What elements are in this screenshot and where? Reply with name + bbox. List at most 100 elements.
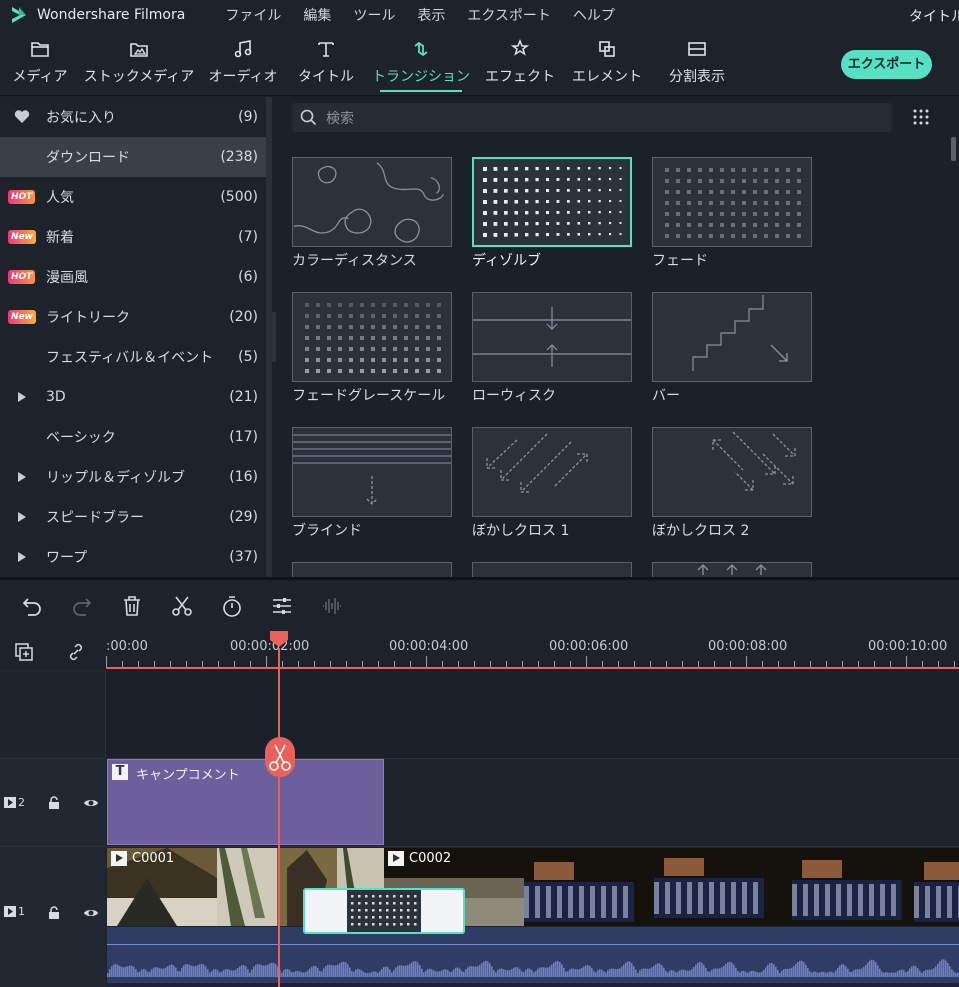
- sidebar-item[interactable]: ダウンロード (238): [0, 137, 266, 177]
- menu-edit[interactable]: 編集: [303, 5, 331, 25]
- sidebar-item[interactable]: ワープ (37): [0, 537, 266, 577]
- transition-card-color-distance[interactable]: カラーディスタンス: [292, 157, 452, 270]
- transition-label: ぼかしクロス 2: [652, 523, 750, 539]
- transition-thumbnail: [652, 292, 812, 382]
- transition-label: ブラインド: [292, 523, 362, 539]
- transition-card-fade[interactable]: フェード: [652, 157, 812, 270]
- transition-card-blinds[interactable]: ブラインド: [292, 427, 452, 540]
- transition-card-dissolve[interactable]: ディゾルブ: [472, 157, 632, 270]
- tab-media[interactable]: メディア: [12, 36, 68, 92]
- timeline-ruler[interactable]: :00:00 00:00:02:00 00:00:04:00 00:00:06:…: [106, 636, 959, 668]
- sidebar-item-label: ライトリーク: [46, 310, 130, 326]
- color-distance-preview: [293, 162, 444, 243]
- sidebar-item-label: ベーシック: [46, 430, 116, 446]
- sidebar-item[interactable]: ベーシック (17): [0, 417, 266, 457]
- play-icon: [111, 851, 127, 866]
- lock-icon[interactable]: [46, 795, 62, 811]
- cut-icon[interactable]: [170, 594, 194, 618]
- text-t-icon: T: [112, 764, 128, 780]
- library-scrollbar[interactable]: [951, 137, 956, 557]
- transition-thumbnail: [472, 427, 632, 517]
- tab-stock-media[interactable]: ストックメディア: [84, 36, 194, 92]
- folder-icon: [31, 42, 49, 57]
- split-scissors-icon[interactable]: [265, 737, 295, 777]
- audio-waveform-icon[interactable]: [320, 594, 344, 618]
- tab-effect[interactable]: エフェクト: [485, 36, 555, 92]
- playhead-handle[interactable]: [270, 631, 288, 647]
- no-icon: [8, 150, 38, 164]
- link-icon[interactable]: [66, 642, 86, 662]
- tab-audio[interactable]: オーディオ: [208, 36, 278, 92]
- clip-header: C0001: [111, 851, 174, 866]
- sidebar-item[interactable]: HOT 漫画風 (6): [0, 257, 266, 297]
- video-clip-c0002[interactable]: C0002: [384, 848, 959, 926]
- eye-icon[interactable]: [83, 905, 99, 921]
- heart-icon: [14, 110, 44, 124]
- sidebar-item-label: ワープ: [46, 550, 88, 566]
- sidebar-item-label: お気に入り: [46, 110, 116, 126]
- eye-icon[interactable]: [83, 795, 99, 811]
- sidebar-item[interactable]: HOT 人気 (500): [0, 177, 266, 217]
- menu-export[interactable]: エクスポート: [467, 5, 551, 25]
- clip-label: キャンプコメント: [136, 768, 240, 783]
- sidebar-item-count: (20): [229, 309, 258, 325]
- sidebar-item[interactable]: New ライトリーク (20): [0, 297, 266, 337]
- dissolve-transition-clip[interactable]: [303, 888, 465, 934]
- hot-badge: HOT: [8, 270, 38, 284]
- sidebar-item[interactable]: フェスティバル＆イベント (5): [0, 337, 266, 377]
- sidebar-item-count: (17): [229, 429, 258, 445]
- sidebar-item-label: 漫画風: [46, 270, 88, 286]
- tab-transition[interactable]: トランジション: [372, 36, 470, 92]
- timeline-toolbar: [0, 580, 959, 636]
- lock-icon[interactable]: [46, 905, 62, 921]
- transition-label: フェードグレースケール: [292, 388, 446, 404]
- transition-label: ローウィスク: [472, 388, 556, 404]
- no-icon: [8, 430, 38, 444]
- transition-thumbnail: [652, 427, 812, 517]
- transition-card-bar[interactable]: バー: [652, 292, 812, 405]
- sidebar-item-label: 3D: [46, 389, 66, 405]
- transition-card-blur-cross-2[interactable]: ぼかしクロス 2: [652, 427, 812, 540]
- search-box[interactable]: 検索: [292, 103, 892, 132]
- transition-card-fade-grayscale[interactable]: フェードグレースケール: [292, 292, 452, 405]
- menu-tools[interactable]: ツール: [353, 5, 395, 25]
- transition-card-blur-cross-1[interactable]: ぼかしクロス 1: [472, 427, 632, 540]
- sidebar-item[interactable]: リップル＆ディゾルブ (16): [0, 457, 266, 497]
- fade-preview: [665, 168, 801, 238]
- scroll-thumb[interactable]: [951, 137, 956, 161]
- sidebar-item[interactable]: New 新着 (7): [0, 217, 266, 257]
- track-header-2: 2: [0, 758, 106, 846]
- add-track-icon[interactable]: [14, 642, 34, 662]
- expand-arrow-icon: [18, 390, 48, 404]
- speed-timer-icon[interactable]: [220, 594, 244, 618]
- hot-badge: HOT: [8, 190, 38, 204]
- export-button[interactable]: エクスポート: [841, 50, 932, 79]
- tab-element[interactable]: エレメント: [572, 36, 642, 92]
- sidebar-item[interactable]: 3D (21): [0, 377, 266, 417]
- grid-view-icon[interactable]: [912, 108, 930, 126]
- tab-title[interactable]: タイトル: [298, 36, 354, 92]
- sidebar-item-count: (9): [238, 109, 258, 125]
- audio-waveform[interactable]: [107, 927, 959, 983]
- transition-clip-preview: [347, 890, 421, 932]
- sidebar-item-count: (16): [229, 469, 258, 485]
- sidebar-item[interactable]: お気に入り (9): [0, 97, 266, 137]
- sidebar-item[interactable]: スピードブラー (29): [0, 497, 266, 537]
- new-badge: New: [8, 230, 38, 244]
- delete-icon[interactable]: [120, 594, 144, 618]
- transition-card-low-wisk[interactable]: ローウィスク: [472, 292, 632, 405]
- project-title: タイトルな: [909, 9, 959, 25]
- redo-icon[interactable]: [70, 594, 94, 618]
- tab-split-screen[interactable]: 分割表示: [666, 36, 728, 92]
- menu-help[interactable]: ヘルプ: [573, 5, 615, 25]
- sidebar-item-label: スピードブラー: [46, 510, 144, 526]
- transition-thumbnail: [652, 157, 812, 247]
- playhead[interactable]: [278, 648, 280, 987]
- menu-file[interactable]: ファイル: [225, 5, 281, 25]
- audio-volume-line[interactable]: [107, 944, 959, 945]
- undo-icon[interactable]: [20, 594, 44, 618]
- menu-view[interactable]: 表示: [417, 5, 445, 25]
- title-clip[interactable]: T キャンプコメント: [107, 759, 384, 845]
- adjust-sliders-icon[interactable]: [270, 594, 294, 618]
- empty-track-area[interactable]: [0, 669, 959, 758]
